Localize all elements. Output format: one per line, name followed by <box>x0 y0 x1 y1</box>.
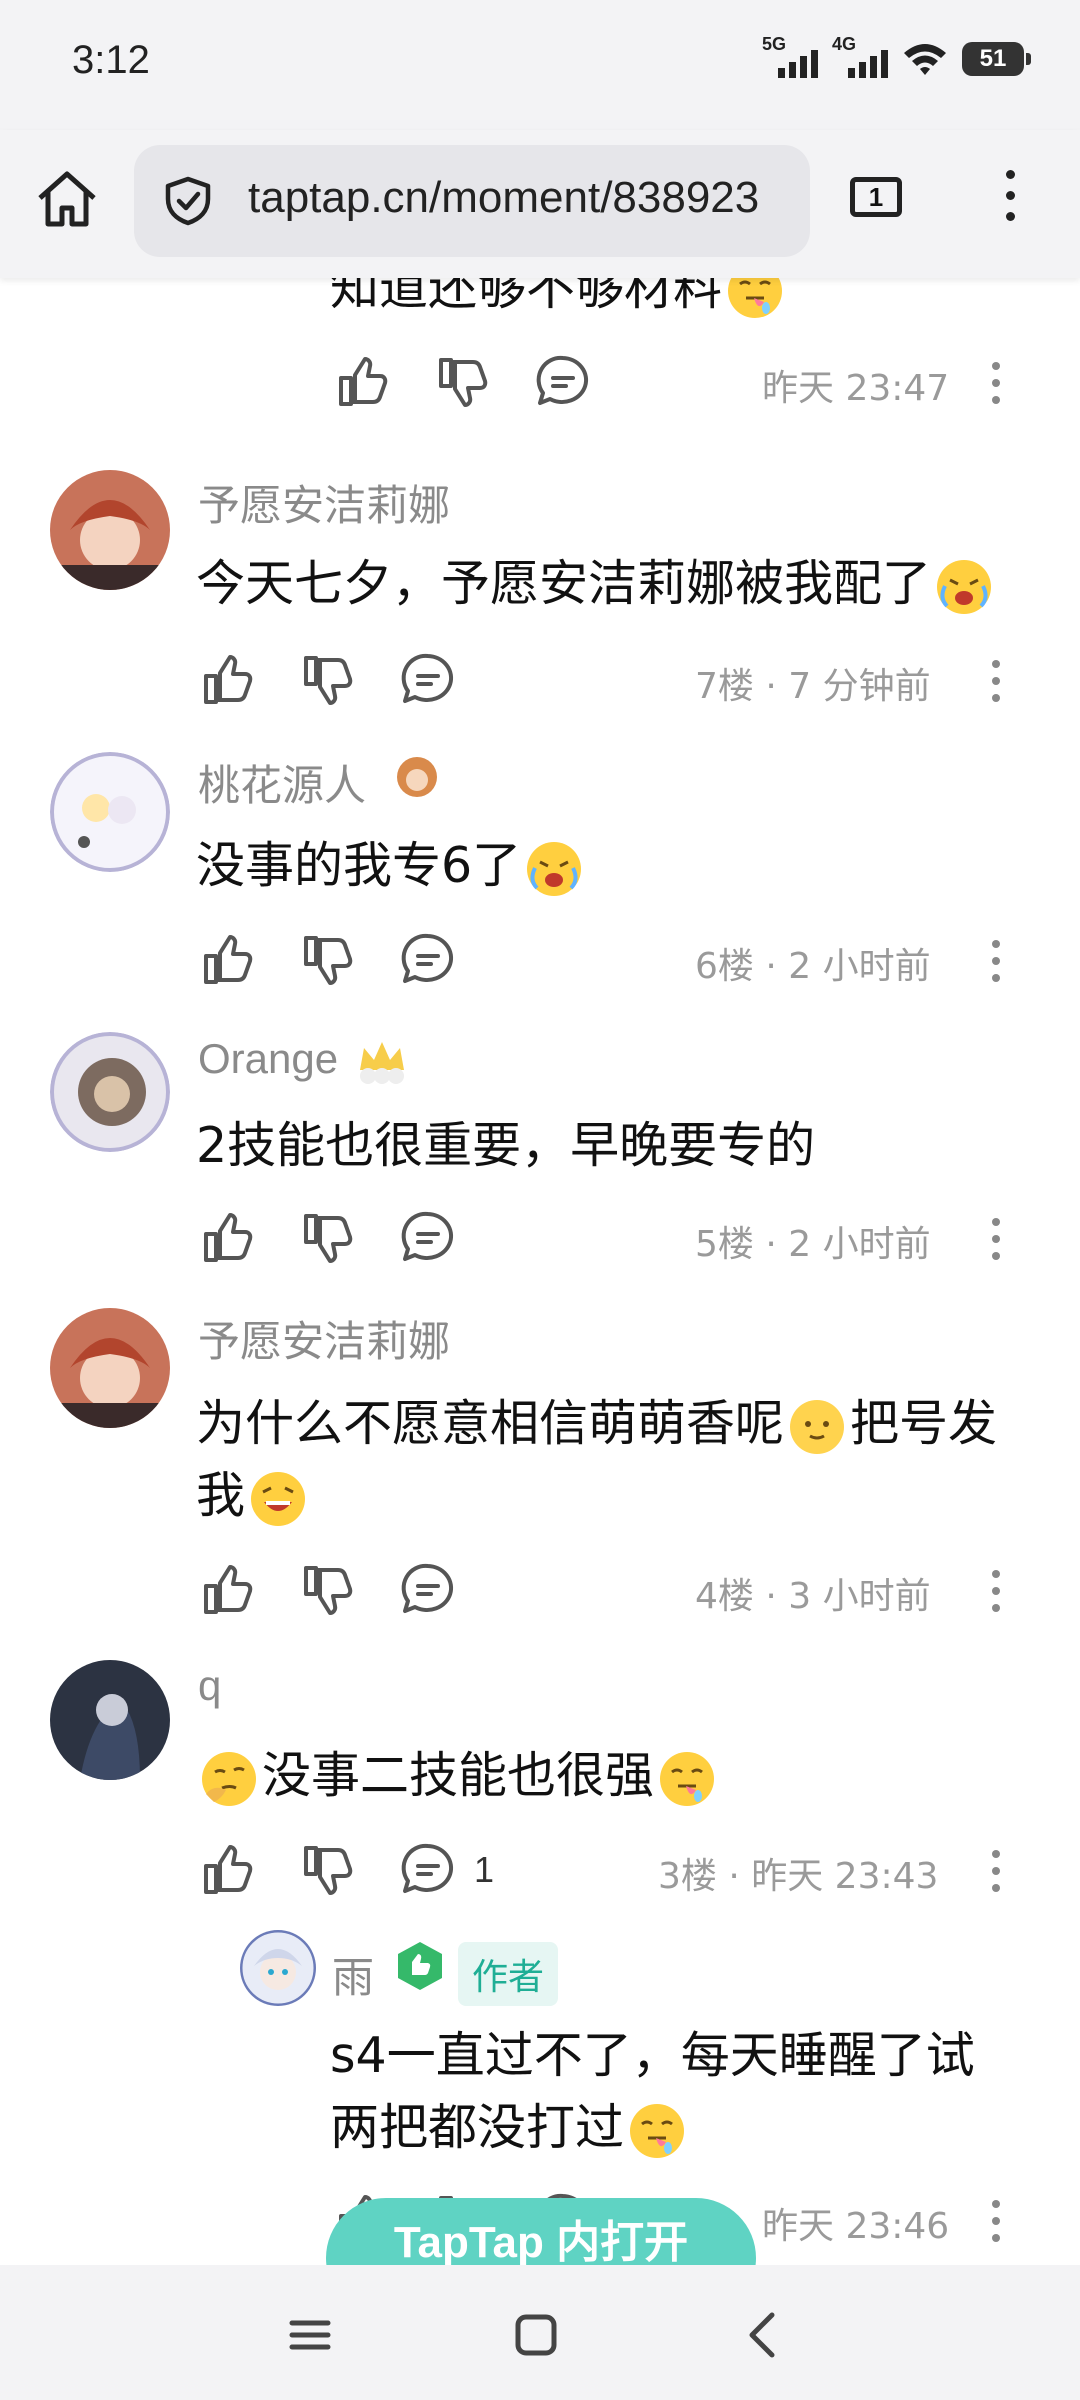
reply-icon[interactable] <box>398 1208 458 1268</box>
comment-text-content: 把号发 <box>850 1395 998 1452</box>
smirk-emoji-icon <box>786 1396 848 1458</box>
reply-icon[interactable] <box>398 1560 458 1620</box>
url-text[interactable]: taptap.cn/moment/838923 <box>248 173 759 223</box>
comment-text: 为什么不愿意相信萌萌香呢 把号发 我 <box>196 1388 1046 1532</box>
more-icon[interactable] <box>990 2200 1002 2246</box>
avatar[interactable] <box>50 752 170 872</box>
reply-icon[interactable] <box>398 650 458 710</box>
like-icon[interactable] <box>198 1840 258 1900</box>
comment-text-content: 我 <box>196 1467 246 1524</box>
browser-toolbar: taptap.cn/moment/838923 1 <box>0 130 1080 278</box>
reply-text-content: 两把都没打过 <box>330 2099 625 2156</box>
crown-badge-icon <box>360 1042 404 1084</box>
more-icon[interactable] <box>990 940 1002 986</box>
back-icon[interactable] <box>734 2305 794 2365</box>
comment-text-content: 今天七夕，予愿安洁莉娜被我配了 <box>196 555 932 612</box>
comment-meta: 6楼 · 2 小时前 <box>695 946 931 987</box>
reply-icon[interactable] <box>398 1840 458 1900</box>
dislike-icon[interactable] <box>298 930 358 990</box>
avatar[interactable] <box>240 1930 316 2006</box>
comment-meta: 昨天 23:47 <box>762 368 950 409</box>
author-badge: 作者 <box>458 1942 559 2006</box>
more-icon[interactable] <box>990 362 1002 408</box>
username[interactable]: Orange <box>198 1035 338 1083</box>
comment-text: 今天七夕，予愿安洁莉娜被我配了 <box>196 548 997 620</box>
comment-meta: 7楼 · 7 分钟前 <box>695 666 931 707</box>
thinking-emoji-icon <box>198 1748 260 1810</box>
comment-text-content: 没事二技能也很强 <box>262 1747 655 1804</box>
username[interactable]: 雨 <box>332 1944 374 2005</box>
menu-icon[interactable] <box>1000 170 1020 230</box>
avatar[interactable] <box>50 1660 170 1780</box>
reply-icon[interactable] <box>398 930 458 990</box>
like-icon[interactable] <box>198 930 258 990</box>
more-icon[interactable] <box>990 660 1002 706</box>
grin-emoji-icon <box>247 1468 309 1530</box>
tongue-emoji-icon <box>656 1748 718 1810</box>
tabs-icon[interactable]: 1 <box>850 177 902 217</box>
reply-text-content: s4一直过不了，每天睡醒了试 <box>330 2027 975 2084</box>
comment-meta: 4楼 · 3 小时前 <box>695 1576 931 1617</box>
comment-meta: 5楼 · 2 小时前 <box>695 1224 931 1265</box>
open-in-app-button[interactable]: TapTap 内打开 <box>326 2198 756 2265</box>
home-icon[interactable] <box>34 166 100 232</box>
username[interactable]: 桃花源人 <box>198 752 366 813</box>
comment-text: 2技能也很重要，早晚要专的 <box>196 1117 816 1174</box>
comment-text: 没事二技能也很强 <box>196 1740 720 1812</box>
like-icon[interactable] <box>198 1208 258 1268</box>
more-icon[interactable] <box>990 1850 1002 1896</box>
avatar[interactable] <box>50 1308 170 1428</box>
dislike-icon[interactable] <box>298 1840 358 1900</box>
comments-list: 知道还够不够材料 昨天 23:47 予愿安洁莉娜 今天七夕，予愿安洁莉娜被我配了… <box>0 0 1080 2265</box>
shield-icon[interactable] <box>162 175 214 227</box>
crying-emoji-icon <box>933 556 995 618</box>
tongue-emoji-icon <box>626 2100 688 2162</box>
like-icon[interactable] <box>198 650 258 710</box>
like-icon[interactable] <box>333 352 393 412</box>
comment-text-content: 没事的我专6了 <box>196 837 522 894</box>
comment-meta: 昨天 23:46 <box>762 2206 950 2247</box>
dislike-icon[interactable] <box>298 1560 358 1620</box>
more-icon[interactable] <box>990 1218 1002 1264</box>
username[interactable]: 予愿安洁莉娜 <box>198 1308 450 1369</box>
crying-emoji-icon <box>523 838 585 900</box>
avatar[interactable] <box>50 1032 170 1152</box>
dislike-icon[interactable] <box>298 650 358 710</box>
dislike-icon[interactable] <box>433 352 493 412</box>
username[interactable]: 予愿安洁莉娜 <box>198 472 450 533</box>
more-icon[interactable] <box>990 1570 1002 1616</box>
reply-text: s4一直过不了，每天睡醒了试 两把都没打过 <box>330 2020 1030 2164</box>
like-icon[interactable] <box>198 1560 258 1620</box>
username[interactable]: q <box>198 1662 221 1710</box>
recents-icon[interactable] <box>280 2305 340 2365</box>
level-badge-icon <box>398 1942 442 1990</box>
home-nav-icon[interactable] <box>506 2305 566 2365</box>
comment-text-content: 为什么不愿意相信萌萌香呢 <box>196 1395 785 1452</box>
dislike-icon[interactable] <box>298 1208 358 1268</box>
user-badge-icon <box>397 757 437 797</box>
avatar[interactable] <box>50 470 170 590</box>
reply-icon[interactable] <box>533 352 593 412</box>
comment-text: 没事的我专6了 <box>196 830 587 902</box>
comment-meta: 3楼 · 昨天 23:43 <box>658 1856 939 1897</box>
address-bar[interactable]: taptap.cn/moment/838923 <box>134 145 810 257</box>
system-nav-bar <box>0 2265 1080 2400</box>
reply-count[interactable]: 1 <box>474 1849 494 1891</box>
